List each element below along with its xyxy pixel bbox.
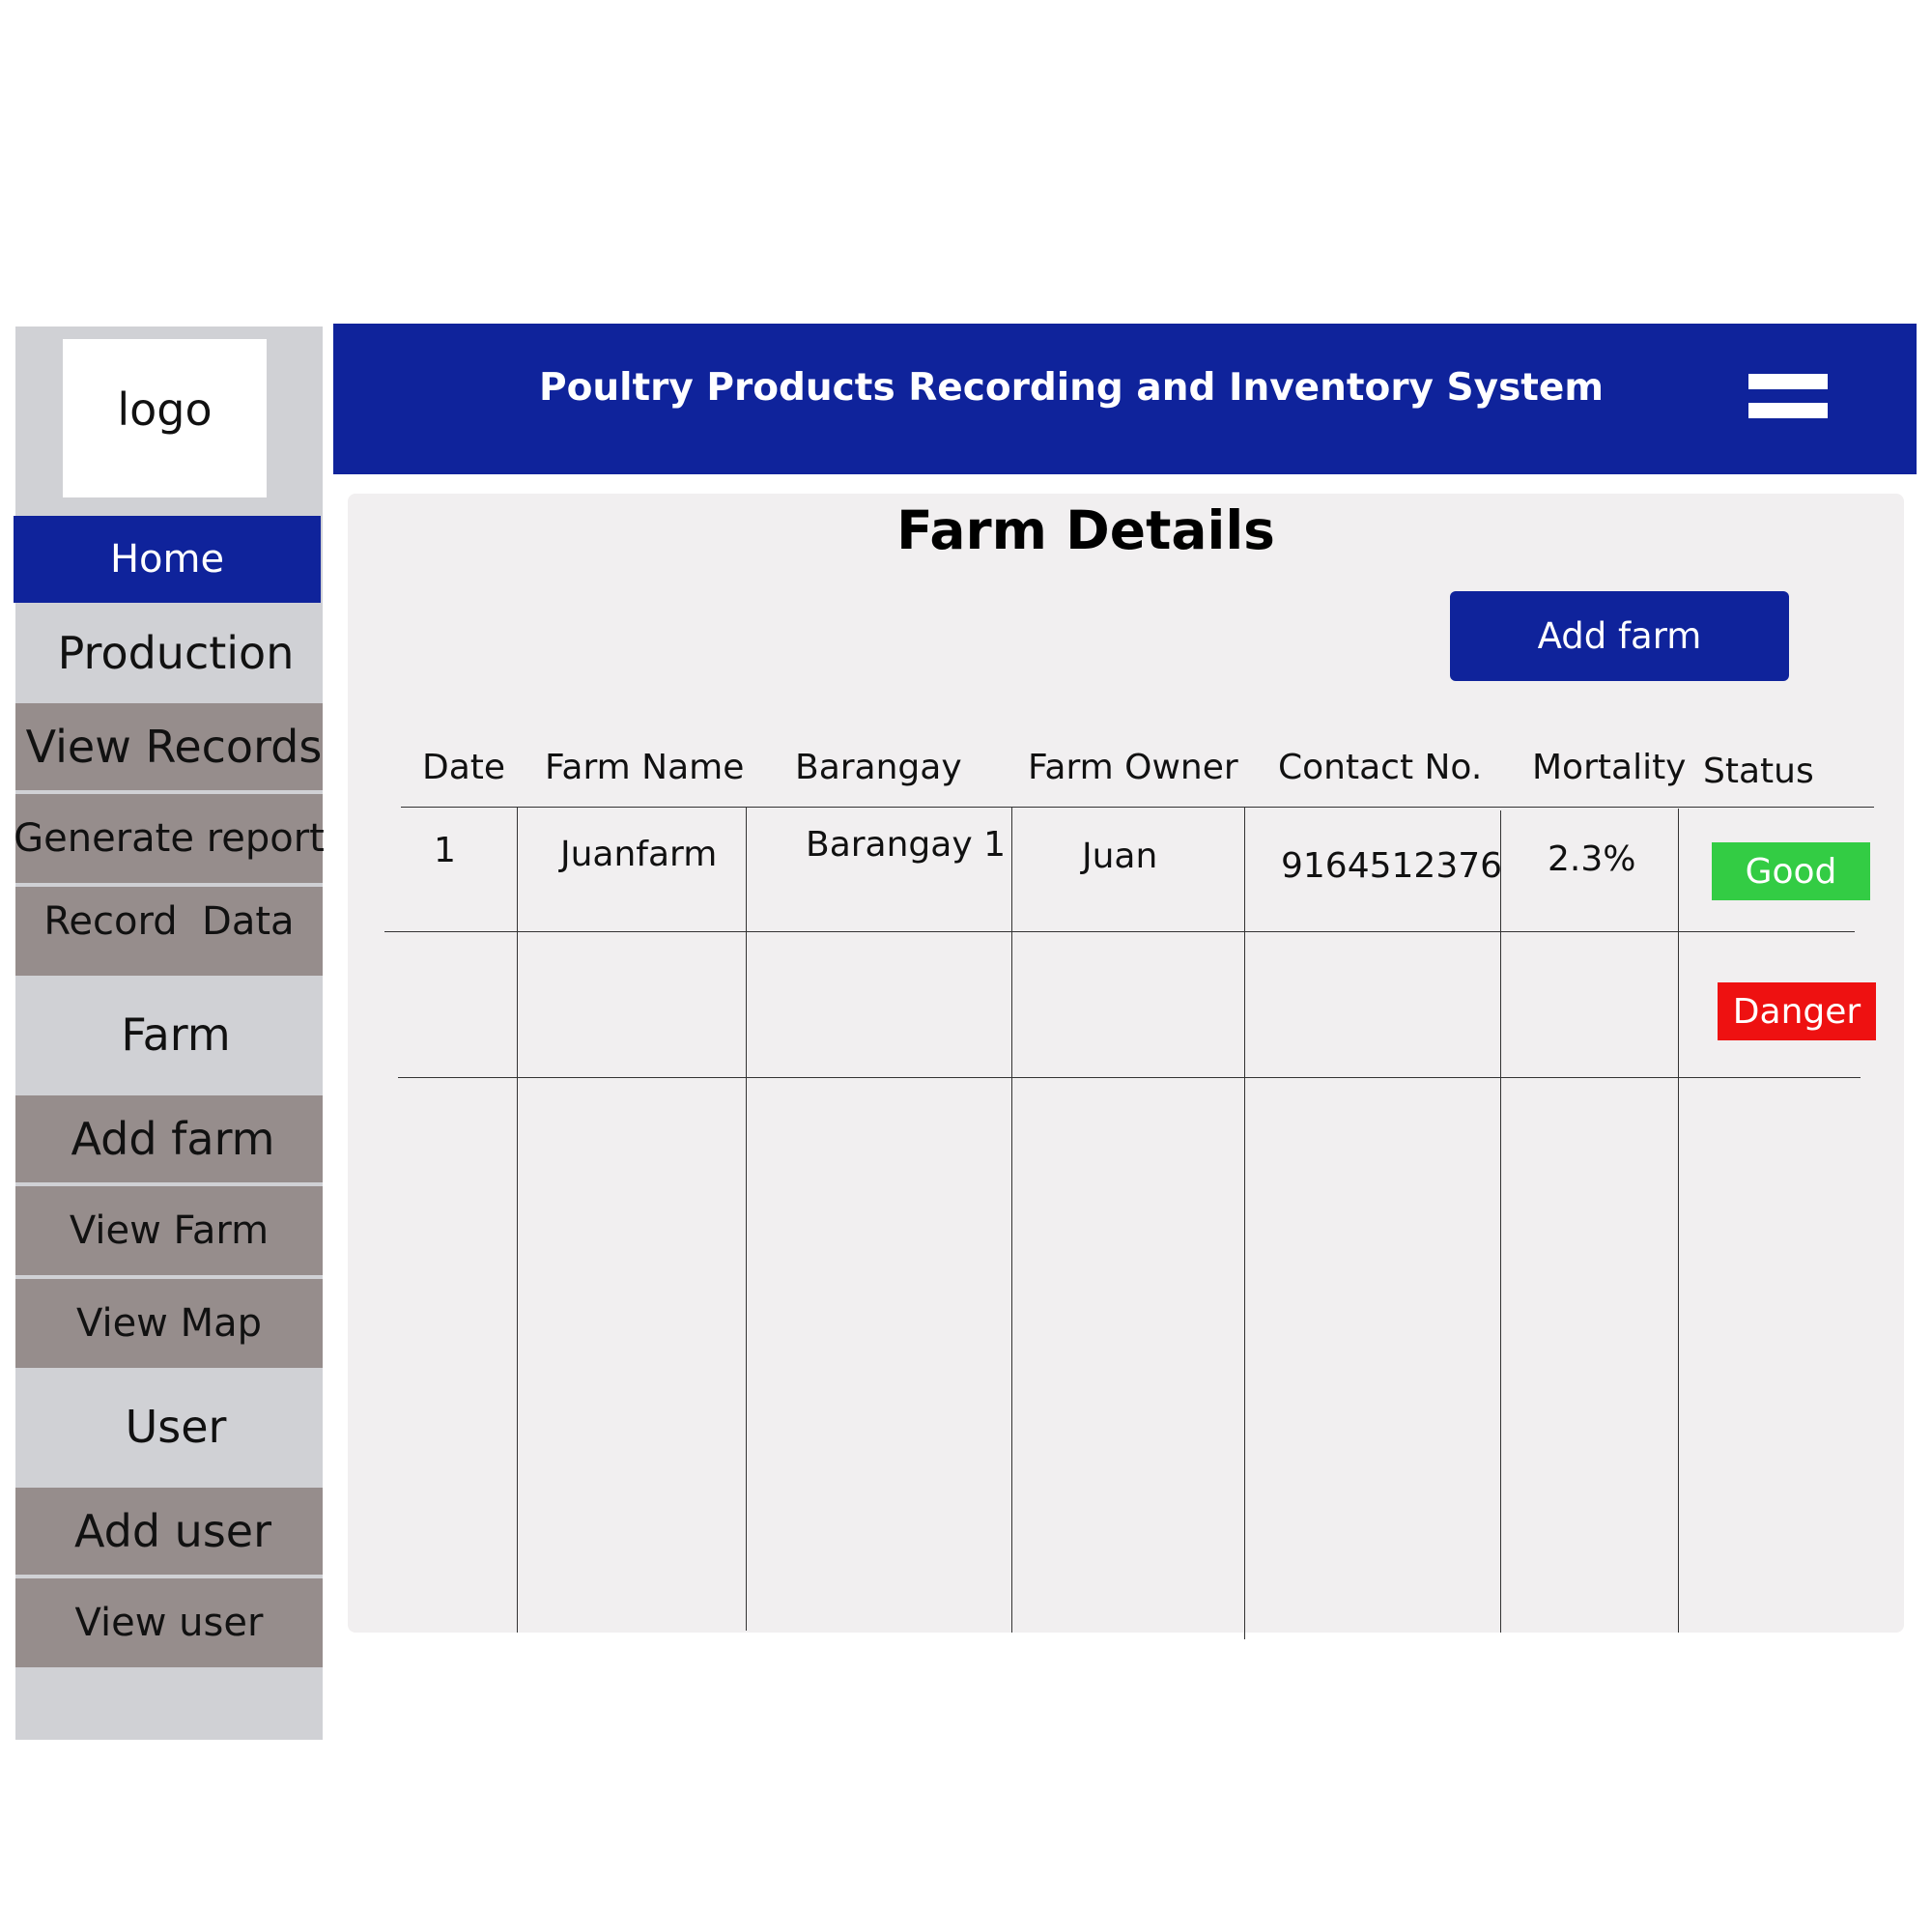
cell-mortality: 2.3% [1548, 839, 1636, 879]
sidebar-item-view-farm[interactable]: View Farm [15, 1186, 323, 1275]
column-header-mortality: Mortality [1532, 748, 1687, 787]
app-title: Poultry Products Recording and Inventory… [539, 366, 1605, 410]
column-header-contact-no: Contact No. [1278, 748, 1483, 787]
sidebar-section-farm[interactable]: Farm [15, 976, 323, 1094]
sidebar-section-production[interactable]: Production [15, 605, 323, 701]
table-row-divider [384, 931, 1855, 932]
table-row-divider [398, 1077, 1861, 1078]
cell-farm-owner: Juan [1082, 837, 1158, 876]
cell-contact-no: 9164512376 [1281, 846, 1503, 886]
column-header-date: Date [422, 748, 506, 787]
status-badge-good: Good [1712, 842, 1870, 900]
sidebar-item-view-user[interactable]: View user [15, 1578, 323, 1667]
hamburger-menu-icon[interactable] [1748, 374, 1828, 418]
sidebar-item-record-data[interactable]: Record Data [15, 887, 323, 976]
logo: logo [63, 339, 267, 497]
sidebar: logo Home Production View Records Genera… [14, 327, 325, 1740]
sidebar-item-view-records[interactable]: View Records [15, 703, 323, 790]
cell-farm-name: Juanfarm [560, 835, 718, 874]
cell-date: 1 [434, 831, 456, 870]
table-header-divider [401, 807, 1874, 808]
table-column-divider [1011, 807, 1012, 1633]
table-column-divider [1244, 807, 1245, 1639]
page-title: Farm Details [896, 499, 1275, 561]
table-column-divider [1678, 809, 1679, 1633]
status-badge-danger: Danger [1718, 982, 1876, 1040]
column-header-barangay: Barangay [795, 748, 962, 787]
cell-barangay: Barangay 1 [806, 825, 1006, 865]
column-header-status: Status [1703, 752, 1814, 791]
column-header-farm-name: Farm Name [545, 748, 745, 787]
table-column-divider [517, 807, 518, 1633]
top-header: Poultry Products Recording and Inventory… [333, 324, 1917, 474]
sidebar-item-add-user[interactable]: Add user [15, 1488, 323, 1575]
add-farm-button[interactable]: Add farm [1450, 591, 1789, 681]
main-panel: Farm Details Add farm Date Farm Name Bar… [348, 494, 1904, 1639]
sidebar-item-add-farm[interactable]: Add farm [15, 1095, 323, 1182]
table-column-divider [746, 807, 747, 1631]
sidebar-item-home[interactable]: Home [14, 516, 321, 603]
column-header-farm-owner: Farm Owner [1028, 748, 1238, 787]
sidebar-item-generate-report[interactable]: Generate report [14, 794, 325, 883]
table-column-divider [1500, 810, 1501, 1633]
sidebar-section-user[interactable]: User [15, 1368, 323, 1486]
logo-text: logo [117, 384, 213, 436]
sidebar-item-view-map[interactable]: View Map [15, 1279, 323, 1368]
